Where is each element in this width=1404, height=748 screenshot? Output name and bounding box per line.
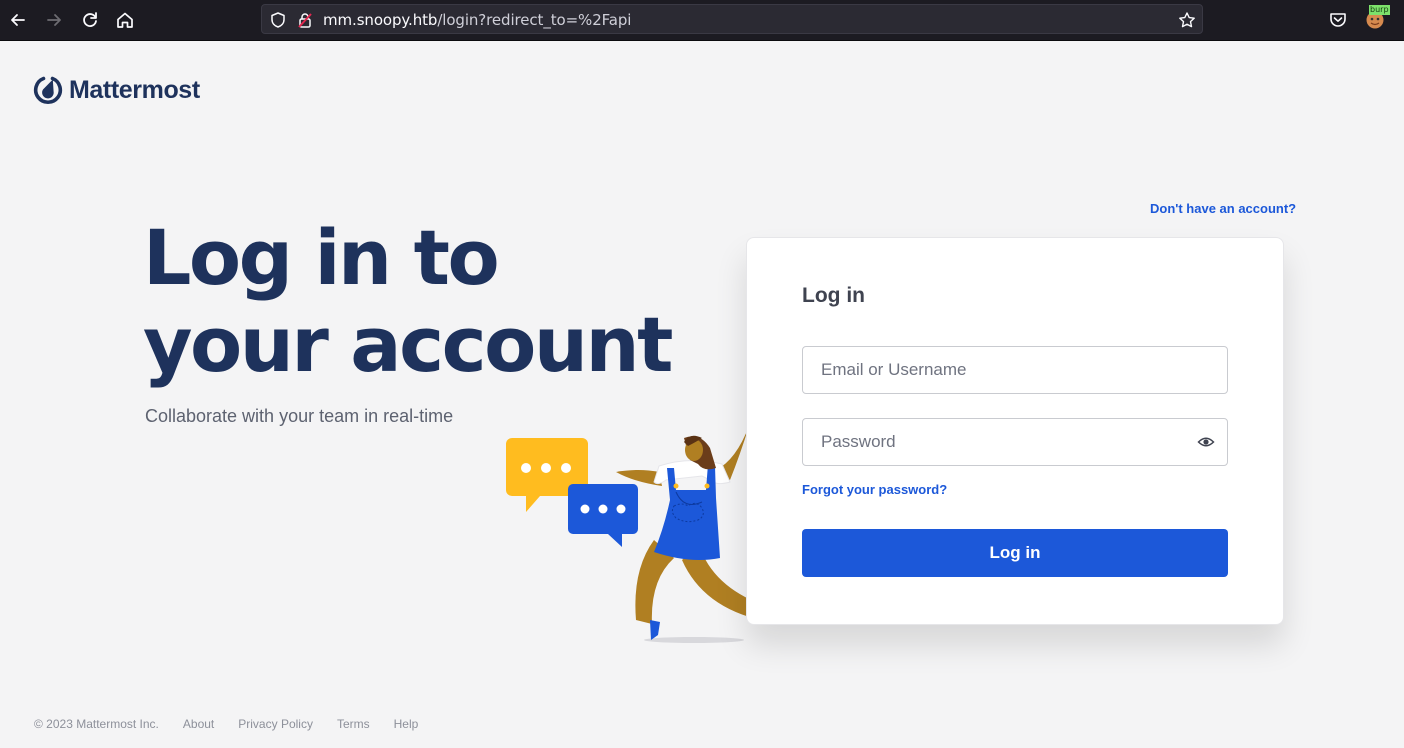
footer-link-privacy-policy[interactable]: Privacy Policy — [238, 717, 313, 731]
login-card-title: Log in — [802, 284, 865, 307]
hero-subtitle: Collaborate with your team in real-time — [145, 406, 454, 426]
username-input[interactable] — [819, 347, 1183, 393]
signup-link[interactable]: Don't have an account? — [1150, 201, 1296, 216]
chat-woman-illustration — [506, 426, 776, 643]
url-text: mm.snoopy.htb/login?redirect_to=%2Fapi — [323, 11, 631, 29]
username-field[interactable] — [802, 346, 1228, 394]
burp-badge: burp — [1369, 5, 1390, 15]
reload-icon[interactable] — [79, 9, 101, 31]
footer-link-help[interactable]: Help — [394, 717, 419, 731]
footer-link-terms[interactable]: Terms — [337, 717, 370, 731]
login-button[interactable]: Log in — [802, 529, 1228, 577]
password-input[interactable] — [819, 419, 1183, 465]
hero-title-line2: your account — [143, 300, 673, 389]
login-card: Log in Forgot your password? Log in — [746, 237, 1284, 625]
footer-copyright: © 2023 Mattermost Inc. — [34, 717, 159, 731]
back-icon[interactable] — [7, 9, 29, 31]
hero-title-line1: Log in to — [143, 213, 500, 302]
logo-text: Mattermost — [69, 75, 200, 104]
shield-icon[interactable] — [269, 11, 287, 29]
mattermost-logo[interactable]: Mattermost — [33, 74, 200, 106]
home-icon[interactable] — [114, 9, 136, 31]
forward-icon[interactable] — [43, 9, 65, 31]
burp-extension-icon[interactable]: burp — [1364, 5, 1390, 31]
footer-link-about[interactable]: About — [183, 717, 214, 731]
hero-title: Log in to your account — [143, 213, 673, 389]
url-host: mm.snoopy.htb — [323, 11, 438, 29]
pocket-icon[interactable] — [1327, 8, 1349, 30]
forgot-password-link[interactable]: Forgot your password? — [802, 482, 947, 497]
bookmark-star-icon[interactable] — [1178, 11, 1196, 29]
url-path: /login?redirect_to=%2Fapi — [437, 11, 632, 29]
footer: © 2023 Mattermost Inc. About Privacy Pol… — [34, 717, 418, 731]
password-field[interactable] — [802, 418, 1228, 466]
mattermost-logo-icon — [33, 76, 63, 105]
insecure-lock-icon[interactable] — [296, 11, 314, 29]
show-password-eye-icon[interactable] — [1197, 433, 1215, 451]
browser-toolbar: mm.snoopy.htb/login?redirect_to=%2Fapi b… — [0, 0, 1404, 41]
address-bar[interactable]: mm.snoopy.htb/login?redirect_to=%2Fapi — [261, 4, 1203, 34]
